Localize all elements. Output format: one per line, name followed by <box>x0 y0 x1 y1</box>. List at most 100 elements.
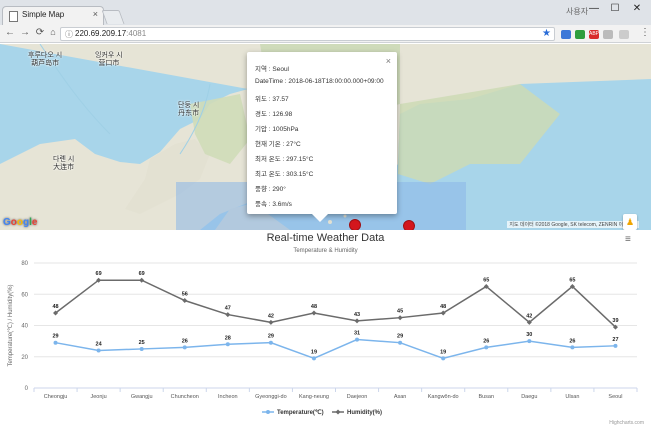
data-point <box>484 345 489 350</box>
data-label: 30 <box>526 332 532 338</box>
user-profile-icon[interactable]: 사용자 <box>566 6 588 17</box>
data-label: 48 <box>52 304 58 310</box>
series-line-humidity <box>55 279 616 328</box>
legend-item[interactable]: Humidity(%) <box>347 410 382 416</box>
new-tab-button[interactable] <box>101 10 125 24</box>
data-point <box>139 277 145 283</box>
data-label: 31 <box>354 331 360 337</box>
weather-chart: Real-time Weather Data Temperature & Hum… <box>0 230 651 428</box>
map-info-window: × 지역 : Seoul DateTime : 2018-06-18T18:00… <box>247 52 397 214</box>
info-max-temp: 최고 온도 : 303.15°C <box>255 171 314 178</box>
minimize-button[interactable]: — <box>586 3 602 14</box>
data-label: 69 <box>96 271 102 277</box>
data-label: 42 <box>268 313 274 319</box>
info-wind-direction: 풍향 : 290° <box>255 186 286 193</box>
y-tick-label: 40 <box>21 324 28 330</box>
street-view-pegman-icon[interactable]: ♟ <box>623 214 637 230</box>
bookmark-star-icon[interactable]: ★ <box>542 28 551 39</box>
info-region: 지역 : Seoul <box>255 66 290 73</box>
extension-icon[interactable] <box>603 30 613 39</box>
close-window-button[interactable]: ✕ <box>629 3 645 14</box>
home-icon[interactable]: ⌂ <box>47 27 59 37</box>
extension-icon[interactable] <box>619 30 629 39</box>
url-host: 220.69.209.17 <box>75 29 127 38</box>
x-tick-label: Chuncheon <box>171 394 199 400</box>
map-label: 잉커우 시 营口市 <box>95 52 123 67</box>
info-wind-speed: 풍속 : 3.6m/s <box>255 201 292 208</box>
data-label: 25 <box>139 340 145 346</box>
url-text: 220.69.209.17:4081 <box>75 29 146 38</box>
data-label: 48 <box>311 304 317 310</box>
browser-toolbar: ← → ⟳ ⌂ ⓘ 220.69.209.17:4081 ★ <box>0 25 651 43</box>
maximize-button[interactable]: ☐ <box>607 3 623 14</box>
data-label: 45 <box>397 309 403 315</box>
map-attribution[interactable]: 지도 데이터 ©2018 Google, SK telecom, ZENRIN … <box>507 221 639 228</box>
site-info-icon[interactable]: ⓘ <box>65 29 73 40</box>
data-point <box>225 342 230 347</box>
url-port: :4081 <box>126 29 147 38</box>
data-label: 26 <box>182 338 188 344</box>
data-label: 47 <box>225 306 231 312</box>
data-point <box>311 310 317 316</box>
y-tick-label: 80 <box>21 261 28 267</box>
data-label: 19 <box>440 349 446 355</box>
page-icon <box>9 11 18 22</box>
map-marker[interactable] <box>403 220 415 230</box>
legend-marker <box>266 410 270 414</box>
data-point <box>268 319 274 325</box>
chart-credits[interactable]: Highcharts.com <box>609 420 644 426</box>
browser-tab[interactable]: Simple Map × <box>2 6 104 25</box>
y-axis-label: Temperature(℃) / Humidity(%) <box>8 284 14 366</box>
legend-item[interactable]: Temperature(℃) <box>277 409 324 416</box>
x-tick-label: Kangwŏn-do <box>428 394 459 400</box>
data-label: 65 <box>569 277 575 283</box>
data-point <box>354 318 360 324</box>
data-label: 24 <box>96 342 103 348</box>
map-marker[interactable] <box>349 219 361 230</box>
tab-close-icon[interactable]: × <box>93 9 98 19</box>
x-tick-label: Daegu <box>521 394 537 400</box>
data-point <box>441 356 446 361</box>
data-label: 26 <box>483 338 489 344</box>
x-tick-label: Seoul <box>608 394 622 400</box>
map-label: 단둥 시 丹东市 <box>178 102 200 117</box>
info-min-temp: 최저 온도 : 297.15°C <box>255 156 314 163</box>
y-tick-label: 0 <box>25 386 29 392</box>
x-tick-label: Incheon <box>218 394 238 400</box>
browser-menu-icon[interactable]: ⋮ <box>640 27 650 38</box>
info-current-temp: 현재 기온 : 27°C <box>255 141 301 148</box>
data-label: 19 <box>311 349 317 355</box>
data-point <box>398 340 403 345</box>
data-point <box>139 346 144 351</box>
back-icon[interactable]: ← <box>4 27 16 38</box>
x-tick-label: Asan <box>394 394 407 400</box>
extension-icon[interactable] <box>561 30 571 39</box>
chart-plot: 0 20 40 60 80 Cheongju Jeonju Gwangju Chuncheon I… <box>8 261 638 416</box>
x-tick-label: Cheongju <box>44 394 68 400</box>
extension-icon[interactable] <box>575 30 585 39</box>
x-tick-label: Gwangju <box>131 394 153 400</box>
reload-icon[interactable]: ⟳ <box>34 27 46 38</box>
info-pressure: 기압 : 1005hPa <box>255 126 299 133</box>
data-label: 69 <box>139 271 145 277</box>
data-label: 29 <box>268 334 274 340</box>
data-point <box>96 348 101 353</box>
x-tick-label: Gyeonggi-do <box>255 394 287 400</box>
x-tick-label: Ulsan <box>565 394 579 400</box>
info-latitude: 위도 : 37.57 <box>255 96 289 103</box>
forward-icon[interactable]: → <box>19 27 31 38</box>
google-logo: Google <box>3 217 38 228</box>
data-label: 56 <box>182 292 188 298</box>
close-icon[interactable]: × <box>386 56 391 66</box>
data-label: 29 <box>397 334 403 340</box>
info-datetime: DateTime : 2018-06-18T18:00:00.000+09:00 <box>255 78 384 85</box>
x-tick-label: Kang-neung <box>299 394 329 400</box>
address-bar[interactable]: ⓘ 220.69.209.17:4081 ★ <box>60 27 555 41</box>
data-point <box>182 298 188 303</box>
data-point <box>613 343 618 348</box>
adblock-icon[interactable]: ABP <box>589 30 599 39</box>
data-point <box>268 340 273 345</box>
data-label: 26 <box>569 338 575 344</box>
data-label: 42 <box>526 313 532 319</box>
x-tick-label: Busan <box>478 394 494 400</box>
